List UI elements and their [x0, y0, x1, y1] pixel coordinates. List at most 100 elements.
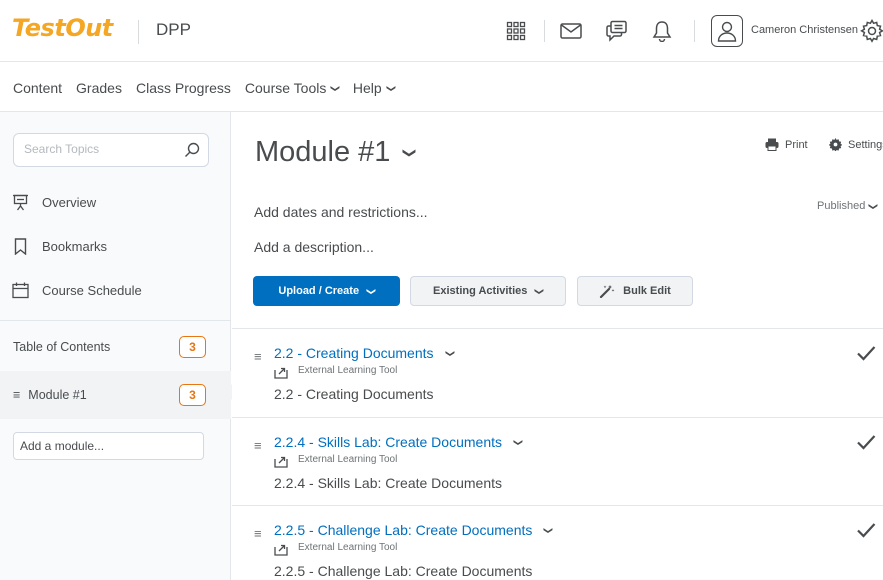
drag-handle-icon[interactable]: ≡ [254, 438, 262, 453]
sidebar-item-label: Course Schedule [42, 282, 142, 298]
nav-item-content[interactable]: Content [13, 80, 62, 96]
nav-item-label: Course Tools [244, 80, 327, 96]
sidebar-divider [0, 320, 231, 321]
search-icon[interactable] [184, 142, 200, 158]
chevron-down-icon[interactable]: ❯ [512, 438, 523, 446]
topic-title: 2.2 - Creating Documents [274, 345, 434, 361]
add-module-box [13, 432, 204, 460]
settings-label: Settings [848, 138, 883, 151]
bulk-edit-label: Bulk Edit [623, 285, 671, 297]
bookmark-icon [14, 237, 27, 255]
top-bar: TestOut DPP Cameron Christensen [0, 0, 883, 62]
drag-handle-icon[interactable]: ≡ [254, 349, 262, 364]
published-label: Published [817, 200, 866, 212]
chevron-down-icon[interactable]: ❯ [444, 349, 455, 357]
waffle-icon[interactable] [502, 17, 530, 45]
drag-handle-icon[interactable]: ≡ [254, 526, 262, 541]
existing-activities-button[interactable]: Existing Activities ❯ [410, 276, 566, 306]
chevron-down-icon: ❯ [385, 84, 396, 92]
toc-count-badge: 3 [179, 336, 206, 358]
add-dates-link[interactable]: Add dates and restrictions... [254, 204, 428, 220]
page-title-text: Module #1 [255, 136, 391, 168]
settings-button[interactable]: Settings [829, 138, 883, 151]
presentation-icon [13, 194, 28, 210]
topic-item: ≡ 2.2.5 - Challenge Lab: Create Document… [232, 505, 883, 580]
checkmark-icon[interactable] [856, 434, 876, 450]
content-sidebar: Overview Bookmarks Course Schedule Table… [0, 112, 239, 580]
toc-label: Table of Contents [13, 340, 111, 354]
module-label-wrap: ≡ Module #1 [13, 388, 87, 402]
nav-item-label: Help [352, 80, 382, 96]
user-name[interactable]: Cameron Christensen [751, 24, 858, 36]
topic-title-link[interactable]: 2.2 - Creating Documents ❯ [274, 345, 455, 361]
chevron-down-icon: ❯ [534, 287, 545, 295]
checkmark-icon[interactable] [856, 345, 876, 361]
printer-icon [765, 138, 779, 151]
topic-item: ≡ 2.2.4 - Skills Lab: Create Documents ❯… [232, 417, 883, 506]
topic-title: 2.2.4 - Skills Lab: Create Documents [274, 434, 502, 450]
topic-type: External Learning Tool [298, 542, 398, 553]
page-title[interactable]: Module #1 ❯ [255, 136, 418, 169]
calendar-icon [12, 282, 29, 298]
search-input[interactable] [24, 142, 174, 156]
sidebar-item-bookmarks[interactable]: Bookmarks [12, 235, 107, 257]
chevron-down-icon: ❯ [868, 202, 879, 210]
topic-subtitle: 2.2.5 - Challenge Lab: Create Documents [274, 563, 533, 579]
nav-item-class-progress[interactable]: Class Progress [136, 80, 231, 96]
nav-item-course-tools[interactable]: Course Tools ❯ [244, 80, 341, 96]
bell-icon[interactable] [648, 17, 676, 45]
add-description-link[interactable]: Add a description... [254, 239, 374, 255]
user-icon[interactable] [711, 15, 743, 47]
existing-activities-label: Existing Activities [433, 285, 528, 297]
testout-logo[interactable]: TestOut [12, 14, 113, 42]
nav-item-help[interactable]: Help ❯ [352, 80, 396, 96]
nav-list: Content Grades Class Progress Course Too… [13, 80, 408, 96]
gear-icon[interactable] [858, 17, 883, 45]
published-dropdown[interactable]: Published ❯ [817, 200, 879, 212]
module-main: Module #1 ❯ Print Settings Add dates and… [232, 112, 883, 580]
checkmark-icon[interactable] [856, 522, 876, 538]
topic-type: External Learning Tool [298, 454, 398, 465]
nav-item-label: Class Progress [135, 80, 231, 96]
external-tool-icon [274, 367, 288, 379]
gear-icon [829, 138, 842, 151]
sidebar-item-module-1[interactable]: ≡ Module #1 3 [0, 371, 239, 419]
logo-divider [138, 20, 139, 44]
topic-title-link[interactable]: 2.2.4 - Skills Lab: Create Documents ❯ [274, 434, 523, 450]
topic-subtitle: 2.2 - Creating Documents [274, 386, 434, 402]
org-name[interactable]: DPP [156, 20, 191, 40]
magic-wand-icon [600, 285, 615, 298]
mail-icon[interactable] [557, 17, 585, 45]
add-module-input[interactable] [20, 439, 195, 453]
course-navbar: Content Grades Class Progress Course Too… [0, 62, 883, 112]
sidebar-item-table-of-contents[interactable]: Table of Contents 3 [0, 326, 231, 368]
external-tool-icon [274, 456, 288, 468]
topic-item: ≡ 2.2 - Creating Documents ❯ External Le… [232, 328, 883, 417]
module-label: Module #1 [28, 388, 87, 402]
nav-item-label: Grades [76, 80, 122, 96]
chevron-down-icon: ❯ [402, 147, 418, 158]
print-button[interactable]: Print [765, 138, 808, 151]
sidebar-item-label: Overview [42, 194, 97, 210]
external-tool-icon [274, 544, 288, 556]
chevron-down-icon[interactable]: ❯ [543, 526, 554, 534]
topic-title-link[interactable]: 2.2.5 - Challenge Lab: Create Documents … [274, 522, 554, 538]
drag-handle-icon: ≡ [13, 388, 21, 402]
chat-icon[interactable] [603, 17, 631, 45]
nav-item-label: Content [13, 80, 63, 96]
topic-title: 2.2.5 - Challenge Lab: Create Documents [274, 522, 533, 538]
sidebar-item-label: Bookmarks [42, 238, 108, 254]
sidebar-item-overview[interactable]: Overview [12, 191, 96, 213]
header-divider [694, 20, 695, 42]
chevron-down-icon: ❯ [330, 84, 341, 92]
upload-create-button[interactable]: Upload / Create ❯ [253, 276, 400, 306]
nav-item-grades[interactable]: Grades [76, 80, 122, 96]
topic-type: External Learning Tool [298, 365, 398, 376]
upload-create-label: Upload / Create [278, 285, 360, 297]
topic-subtitle: 2.2.4 - Skills Lab: Create Documents [274, 475, 502, 491]
print-label: Print [785, 138, 808, 151]
header-divider [544, 20, 545, 42]
module-count-badge: 3 [179, 384, 206, 406]
bulk-edit-button[interactable]: Bulk Edit [577, 276, 693, 306]
sidebar-item-course-schedule[interactable]: Course Schedule [12, 279, 142, 301]
